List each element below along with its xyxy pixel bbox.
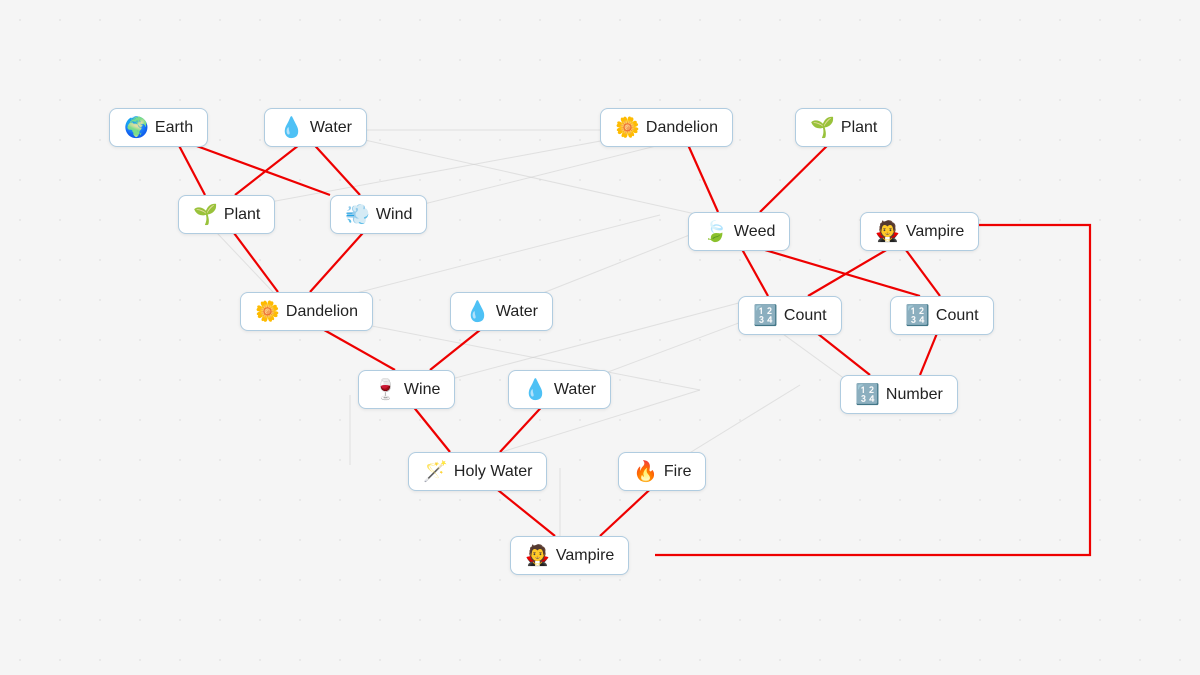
wine-label: Wine (404, 381, 440, 399)
node-weed[interactable]: 🍃 Weed (688, 212, 790, 251)
vampire1-emoji: 🧛 (875, 219, 900, 244)
water3-emoji: 💧 (523, 377, 548, 402)
node-dandelion1[interactable]: 🌼 Dandelion (600, 108, 733, 147)
node-vampire1[interactable]: 🧛 Vampire (860, 212, 979, 251)
plant1-label: Plant (841, 119, 877, 137)
dandelion1-emoji: 🌼 (615, 115, 640, 140)
node-plant2[interactable]: 🌱 Plant (178, 195, 275, 234)
node-count2[interactable]: 🔢 Count (890, 296, 994, 335)
plant2-label: Plant (224, 206, 260, 224)
holywater-emoji: 🪄 (423, 459, 448, 484)
number-label: Number (886, 386, 943, 404)
count2-label: Count (936, 307, 979, 325)
wine-emoji: 🍷 (373, 377, 398, 402)
vampire1-label: Vampire (906, 223, 964, 241)
water1-emoji: 💧 (279, 115, 304, 140)
dandelion2-label: Dandelion (286, 303, 358, 321)
node-vampire2[interactable]: 🧛 Vampire (510, 536, 629, 575)
vampire2-label: Vampire (556, 547, 614, 565)
node-dandelion2[interactable]: 🌼 Dandelion (240, 292, 373, 331)
fire-emoji: 🔥 (633, 459, 658, 484)
dandelion1-label: Dandelion (646, 119, 718, 137)
number-emoji: 🔢 (855, 382, 880, 407)
node-number[interactable]: 🔢 Number (840, 375, 958, 414)
water3-label: Water (554, 381, 596, 399)
plant1-emoji: 🌱 (810, 115, 835, 140)
wind-label: Wind (376, 206, 412, 224)
count2-emoji: 🔢 (905, 303, 930, 328)
fire-label: Fire (664, 463, 692, 481)
node-water1[interactable]: 💧 Water (264, 108, 367, 147)
node-wine[interactable]: 🍷 Wine (358, 370, 455, 409)
earth-label: Earth (155, 119, 193, 137)
node-earth[interactable]: 🌍 Earth (109, 108, 208, 147)
earth-emoji: 🌍 (124, 115, 149, 140)
water1-label: Water (310, 119, 352, 137)
dandelion2-emoji: 🌼 (255, 299, 280, 324)
node-holywater[interactable]: 🪄 Holy Water (408, 452, 547, 491)
node-wind[interactable]: 💨 Wind (330, 195, 427, 234)
wind-emoji: 💨 (345, 202, 370, 227)
weed-emoji: 🍃 (703, 219, 728, 244)
water2-label: Water (496, 303, 538, 321)
count1-label: Count (784, 307, 827, 325)
node-count1[interactable]: 🔢 Count (738, 296, 842, 335)
holywater-label: Holy Water (454, 463, 533, 481)
node-fire[interactable]: 🔥 Fire (618, 452, 706, 491)
count1-emoji: 🔢 (753, 303, 778, 328)
water2-emoji: 💧 (465, 299, 490, 324)
plant2-emoji: 🌱 (193, 202, 218, 227)
node-water2[interactable]: 💧 Water (450, 292, 553, 331)
node-plant1[interactable]: 🌱 Plant (795, 108, 892, 147)
weed-label: Weed (734, 223, 776, 241)
node-water3[interactable]: 💧 Water (508, 370, 611, 409)
vampire2-emoji: 🧛 (525, 543, 550, 568)
